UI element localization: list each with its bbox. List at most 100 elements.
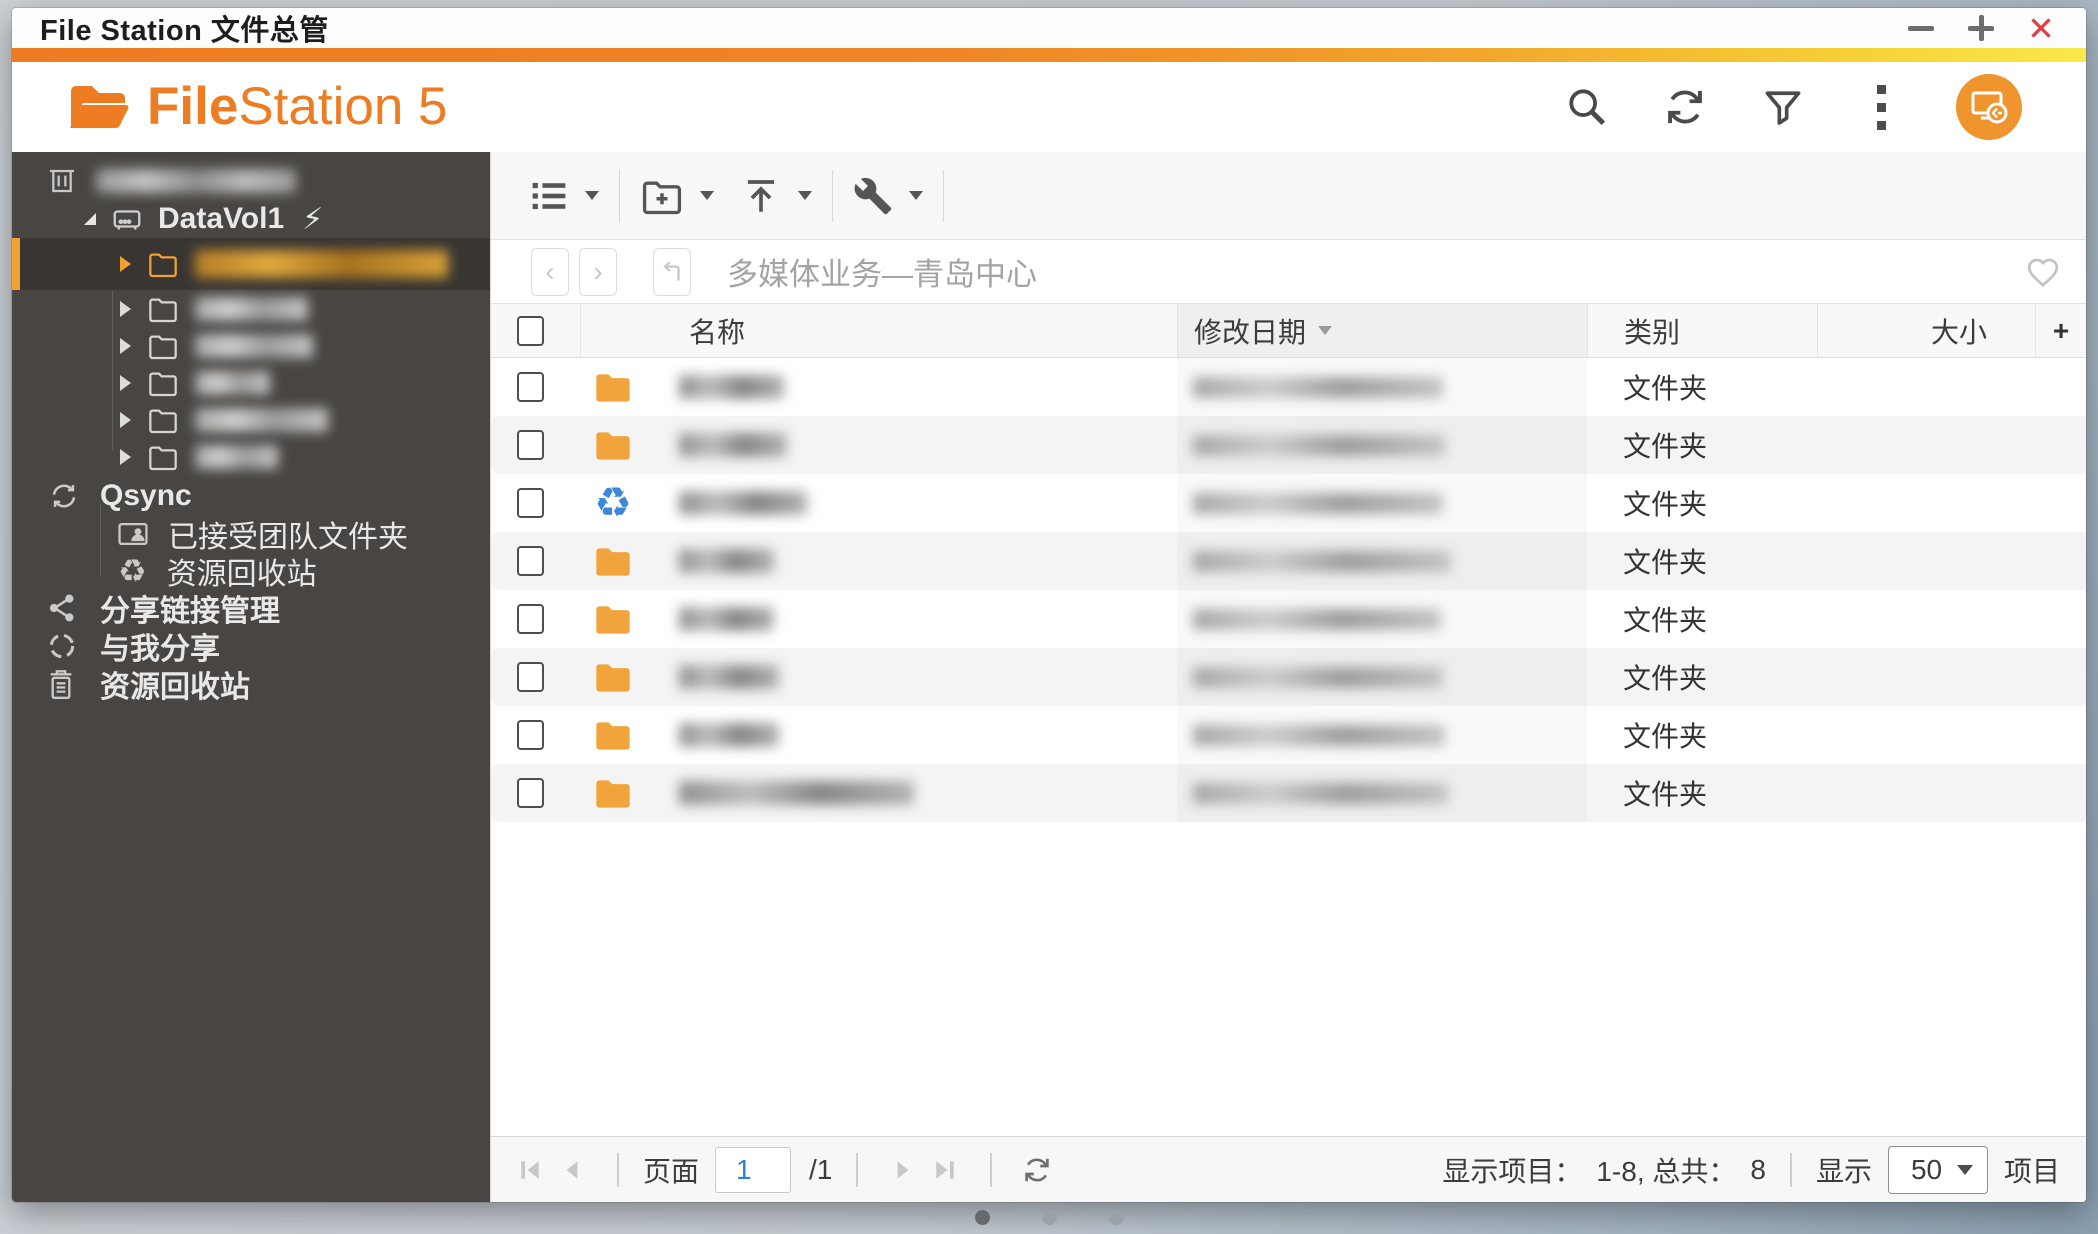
expand-caret-icon[interactable] — [84, 213, 96, 225]
up-button[interactable] — [653, 248, 691, 296]
forward-button[interactable]: › — [579, 248, 617, 296]
favorite-button[interactable] — [2024, 254, 2062, 295]
tools-button[interactable] — [853, 166, 893, 226]
new-folder-button[interactable] — [640, 166, 684, 226]
select-all-checkbox[interactable] — [517, 316, 544, 346]
new-folder-dropdown-caret[interactable] — [700, 191, 714, 200]
minimize-button[interactable] — [1904, 11, 1938, 45]
statusbar-separator — [1790, 1153, 1792, 1187]
folder-icon — [593, 602, 633, 636]
prev-page-button[interactable] — [551, 1149, 593, 1191]
shared-folder-tree — [12, 238, 490, 475]
table-row[interactable]: 文件夹 — [491, 416, 2086, 474]
maximize-button[interactable] — [1964, 11, 1998, 45]
table-row[interactable]: 文件夹 — [491, 648, 2086, 706]
expand-caret-icon[interactable] — [120, 412, 131, 428]
trash-icon — [44, 666, 78, 702]
sidebar-tree-folder[interactable] — [12, 438, 490, 475]
table-row[interactable]: 文件夹 — [491, 590, 2086, 648]
table-row[interactable]: ♻文件夹 — [491, 474, 2086, 532]
row-checkbox[interactable] — [517, 604, 544, 634]
sidebar-tree-folder[interactable] — [12, 290, 490, 327]
name-column-header[interactable]: 名称 — [645, 304, 1177, 357]
next-page-button[interactable] — [882, 1149, 924, 1191]
last-page-button[interactable] — [924, 1149, 966, 1191]
row-checkbox[interactable] — [517, 546, 544, 576]
server-name-redacted — [96, 169, 296, 193]
row-type-cell: 文件夹 — [1587, 474, 1817, 532]
upload-button[interactable] — [740, 166, 782, 226]
expand-caret-icon[interactable] — [120, 338, 131, 354]
expand-caret-icon[interactable] — [120, 256, 131, 272]
expand-caret-icon[interactable] — [120, 301, 131, 317]
sidebar-item-share-link-manager[interactable]: 分享链接管理 — [12, 589, 490, 627]
view-mode-dropdown-caret[interactable] — [585, 191, 599, 200]
row-checkbox[interactable] — [517, 430, 544, 460]
table-row[interactable]: 文件夹 — [491, 358, 2086, 416]
modified-column-header[interactable]: 修改日期 — [1177, 304, 1587, 357]
page-dot[interactable] — [975, 1210, 990, 1225]
back-button[interactable]: ‹ — [531, 248, 569, 296]
refresh-button[interactable] — [1662, 84, 1708, 130]
page-size-select[interactable]: 50 — [1888, 1146, 1988, 1194]
row-checkbox[interactable] — [517, 372, 544, 402]
file-name-redacted — [679, 781, 914, 805]
modified-date-redacted — [1193, 783, 1448, 804]
sidebar-tree-folder[interactable] — [12, 327, 490, 364]
row-name-cell — [645, 764, 1177, 822]
filter-button[interactable] — [1760, 84, 1806, 130]
table-row[interactable]: 文件夹 — [491, 764, 2086, 822]
row-type-cell: 文件夹 — [1587, 532, 1817, 590]
folder-icon — [147, 332, 179, 360]
sidebar-tree-folder[interactable] — [12, 364, 490, 401]
desktop-page-dots[interactable] — [0, 1210, 2098, 1226]
upload-icon — [740, 175, 782, 217]
file-name-redacted — [679, 723, 779, 747]
size-column-header[interactable]: 大小 — [1817, 304, 2035, 357]
sidebar-tree-folder-selected[interactable] — [12, 238, 490, 290]
go-up-icon — [659, 259, 685, 285]
heart-icon — [2024, 254, 2062, 290]
close-button[interactable]: ✕ — [2024, 11, 2058, 45]
sidebar-item-recycle-bin[interactable]: 资源回收站 — [12, 665, 490, 703]
row-checkbox[interactable] — [517, 662, 544, 692]
refresh-list-button[interactable] — [1016, 1149, 1058, 1191]
row-size-cell — [1817, 764, 2035, 822]
sidebar-item-datavol1[interactable]: DataVol1 ⚡ — [12, 200, 490, 238]
next-page-icon — [890, 1157, 916, 1183]
sidebar-item-qsync[interactable]: Qsync — [12, 477, 490, 515]
row-checkbox[interactable] — [517, 778, 544, 808]
upload-dropdown-caret[interactable] — [798, 191, 812, 200]
table-row[interactable]: 文件夹 — [491, 532, 2086, 590]
search-button[interactable] — [1564, 84, 1610, 130]
page-dot[interactable] — [1109, 1210, 1124, 1225]
page-dot[interactable] — [1042, 1210, 1057, 1225]
add-column-button[interactable]: + — [2035, 304, 2086, 357]
folder-icon — [593, 776, 633, 810]
folder-name-redacted — [195, 371, 270, 395]
more-menu-button[interactable] — [1858, 84, 1904, 130]
row-select-cell — [491, 474, 581, 532]
selection-bar — [12, 238, 20, 290]
sidebar-item-accepted-team-folder[interactable]: 已接受团队文件夹 — [12, 515, 490, 552]
row-checkbox[interactable] — [517, 488, 544, 518]
recycle-icon: ♻ — [118, 555, 147, 587]
page-number-input[interactable] — [715, 1147, 791, 1193]
view-mode-button[interactable] — [529, 166, 569, 226]
first-page-button[interactable] — [509, 1149, 551, 1191]
sidebar-item-qsync-recycle[interactable]: ♻ 资源回收站 — [12, 552, 490, 589]
folder-name-redacted — [195, 408, 328, 432]
row-checkbox[interactable] — [517, 720, 544, 750]
refresh-icon — [1021, 1154, 1053, 1186]
table-row[interactable]: 文件夹 — [491, 706, 2086, 764]
sidebar-item-shared-with-me[interactable]: 与我分享 — [12, 627, 490, 665]
remote-session-button[interactable] — [1956, 74, 2022, 140]
breadcrumb-bar: ‹ › 多媒体业务—青岛中心 — [491, 240, 2086, 304]
type-column-header[interactable]: 类别 — [1587, 304, 1817, 357]
refresh-icon — [1662, 84, 1708, 130]
sidebar-item-server[interactable] — [12, 162, 490, 200]
expand-caret-icon[interactable] — [120, 449, 131, 465]
expand-caret-icon[interactable] — [120, 375, 131, 391]
tools-dropdown-caret[interactable] — [909, 191, 923, 200]
sidebar-tree-folder[interactable] — [12, 401, 490, 438]
